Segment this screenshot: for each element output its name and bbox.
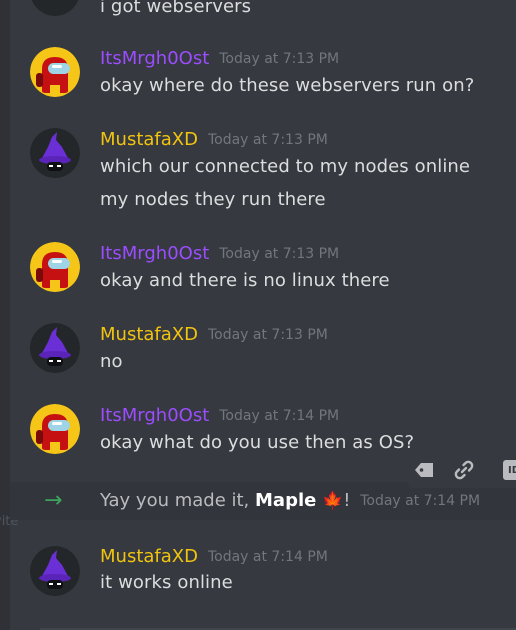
join-prefix: Yay you made it, — [100, 490, 256, 511]
message-timestamp: Today at 7:14 PM — [207, 549, 328, 565]
username[interactable]: MustafaXD Today at 7:13 PM — [100, 129, 328, 150]
message-text: my nodes they run there — [100, 189, 326, 210]
tag-icon[interactable] — [412, 458, 436, 482]
author-name[interactable]: ItsMrgh0Ost — [100, 405, 209, 426]
message-text: okay what do you use then as OS? — [100, 432, 415, 453]
avatar[interactable] — [30, 47, 80, 97]
join-suffix: ! — [343, 490, 351, 511]
username[interactable]: ItsMrgh0Ost Today at 7:14 PM — [100, 405, 339, 426]
author-name[interactable]: ItsMrgh0Ost — [100, 243, 209, 264]
message-text: okay and there is no linux there — [100, 270, 390, 291]
username[interactable]: ItsMrgh0Ost Today at 7:13 PM — [100, 48, 339, 69]
join-username[interactable]: Maple — [255, 490, 316, 511]
id-icon[interactable]: ID — [502, 458, 516, 482]
username[interactable]: MustafaXD Today at 7:14 PM — [100, 546, 328, 567]
message-text: which our connected to my nodes online — [100, 156, 471, 177]
author-name[interactable]: MustafaXD — [100, 546, 198, 567]
link-icon[interactable] — [452, 458, 476, 482]
message-timestamp: Today at 7:14 PM — [219, 408, 340, 424]
message-timestamp: Today at 7:13 PM — [219, 246, 340, 262]
message-timestamp: Today at 7:14 PM — [360, 493, 481, 509]
join-message-text: Yay you made it, Maple 🍁! Today at 7:14 … — [100, 490, 480, 511]
id-icon-label: ID — [507, 464, 516, 476]
message-text: i got webservers — [100, 0, 252, 17]
avatar[interactable] — [30, 128, 80, 178]
message-timestamp: Today at 7:13 PM — [207, 132, 328, 148]
username[interactable]: MustafaXD Today at 7:13 PM — [100, 324, 328, 345]
server-sidebar-edge: vite — [0, 0, 18, 630]
message-text: it works online — [100, 572, 233, 593]
message-timestamp: Today at 7:13 PM — [207, 327, 328, 343]
author-name[interactable]: ItsMrgh0Ost — [100, 48, 209, 69]
chat-area: i got webservers ItsMrgh0Ost Today at 7:1… — [10, 0, 516, 630]
avatar[interactable] — [30, 323, 80, 373]
author-name[interactable]: MustafaXD — [100, 129, 198, 150]
username[interactable]: ItsMrgh0Ost Today at 7:13 PM — [100, 243, 339, 264]
avatar[interactable] — [30, 0, 80, 16]
maple-leaf-emoji: 🍁 — [322, 491, 344, 511]
message-text: okay where do these webservers run on? — [100, 75, 475, 96]
avatar[interactable] — [30, 242, 80, 292]
message-timestamp: Today at 7:13 PM — [219, 51, 340, 67]
avatar[interactable] — [30, 404, 80, 454]
avatar[interactable] — [30, 546, 80, 596]
message-hover-toolbar: ID — [408, 452, 516, 488]
message-text: no — [100, 351, 123, 372]
author-name[interactable]: MustafaXD — [100, 324, 198, 345]
join-arrow-icon: → — [44, 488, 63, 513]
